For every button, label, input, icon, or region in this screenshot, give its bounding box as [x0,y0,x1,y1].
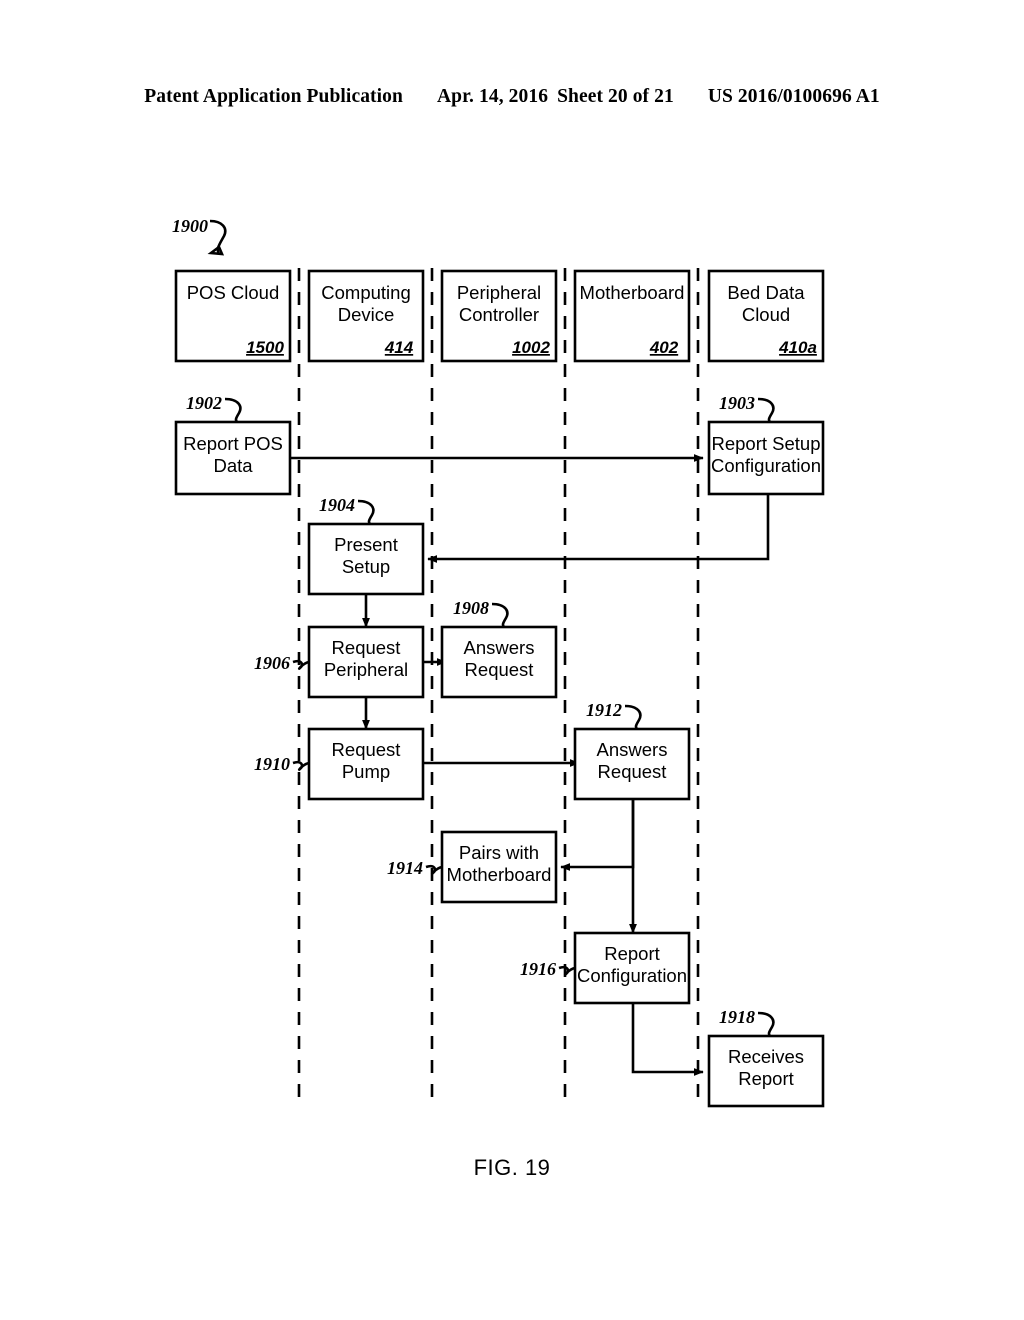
step-1903-callout: 1903 [719,393,755,413]
step-box-1902: Report POS Data 1902 [174,393,292,496]
step-box-1916: Report Configuration 1916 [520,931,691,1005]
lane-header-title-line2-4: Cloud [742,304,790,325]
step-box-1914: Pairs with Motherboard 1914 [387,830,558,904]
lane-header-ref-3: 402 [649,338,679,357]
step-1914-line2: Motherboard [447,864,552,885]
step-1904-line1: Present [334,534,398,555]
figure-caption: FIG. 19 [473,1155,551,1180]
step-box-1912: Answers Request 1912 [573,700,691,801]
lane-header-motherboard: Motherboard 402 [573,269,691,363]
lane-header-pos-cloud: POS Cloud 1500 [174,269,292,363]
step-1903-line2: Configuration [711,455,821,476]
step-1918-callout: 1918 [719,1007,755,1027]
step-1908-callout: 1908 [453,598,489,618]
sequence-diagram: 1900 POS Cloud 1500 Computing Device 414… [172,216,825,1108]
step-1902-line2: Data [213,455,253,476]
patent-figure-page: Patent Application Publication Apr. 14, … [0,0,1024,1320]
lane-header-title-line2-1: Device [338,304,395,325]
step-1902-line1: Report POS [183,433,283,454]
step-1912-callout: 1912 [586,700,622,720]
step-box-1906: Request Peripheral 1906 [254,625,425,699]
step-1910-callout: 1910 [254,754,290,774]
step-box-1910: Request Pump 1910 [254,727,425,801]
step-1906-callout: 1906 [254,653,290,673]
step-box-1903: Report Setup Configuration 1903 [707,393,825,496]
step-1916-line1: Report [604,943,660,964]
step-1908-line2: Request [465,659,534,680]
lane-header-title-line1-0: POS Cloud [187,282,280,303]
connector-1916-to-1918 [631,1003,704,1076]
step-1904-callout: 1904 [319,495,355,515]
lane-header-peripheral-controller: Peripheral Controller 1002 [440,269,558,363]
step-1906-line2: Peripheral [324,659,408,680]
step-box-1918: Receives Report 1918 [707,1007,825,1108]
figure-callout-1900: 1900 [172,216,227,256]
step-1918-line2: Report [738,1068,794,1089]
lane-header-title-line1-2: Peripheral [457,282,541,303]
step-1910-line2: Pump [342,761,390,782]
lane-header-ref-4: 410a [778,338,817,357]
step-1912-line2: Request [598,761,667,782]
connector-1912-to-1914 [560,799,635,871]
lane-header-title-line2-2: Controller [459,304,539,325]
lane-header-ref-0: 1500 [246,338,284,357]
connector-1903-to-1904 [427,495,770,563]
step-1908-line1: Answers [464,637,535,658]
step-1912-line1: Answers [597,739,668,760]
step-1914-callout: 1914 [387,858,423,878]
lane-header-ref-2: 1002 [512,338,550,357]
lane-header-title-line1-4: Bed Data [727,282,805,303]
step-box-1908: Answers Request 1908 [440,598,558,699]
step-1902-callout: 1902 [186,393,222,413]
step-1914-line1: Pairs with [459,842,539,863]
step-1918-line1: Receives [728,1046,804,1067]
lane-header-title-line1-3: Motherboard [580,282,685,303]
step-1903-line1: Report Setup [711,433,820,454]
lane-header-computing-device: Computing Device 414 [307,269,425,363]
step-1904-line2: Setup [342,556,390,577]
step-1916-callout: 1916 [520,959,556,979]
lane-header-title-line1-1: Computing [321,282,410,303]
step-1916-line2: Configuration [577,965,687,986]
lane-header-bed-data-cloud: Bed Data Cloud 410a [707,269,825,363]
step-box-1904: Present Setup 1904 [307,495,425,596]
step-1906-line1: Request [332,637,401,658]
lane-header-ref-1: 414 [384,338,414,357]
step-1910-line1: Request [332,739,401,760]
figure-callout-1900-label: 1900 [172,216,208,236]
